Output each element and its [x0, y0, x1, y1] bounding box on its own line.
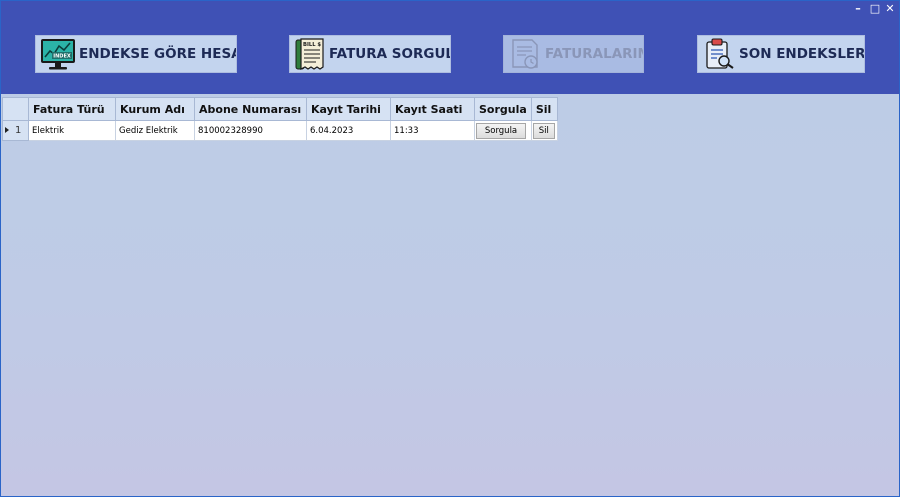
- close-button[interactable]: ✕: [882, 2, 898, 16]
- current-row-arrow-icon: [5, 127, 9, 133]
- fatura-sorgula-button[interactable]: BILL $ FATURA SORGULA: [289, 35, 451, 73]
- bill-document-icon: BILL $: [294, 37, 326, 71]
- invoice-clock-icon: [508, 37, 542, 71]
- faturalarim-label: FATURALARIM: [545, 46, 644, 62]
- column-header-kayit-tarihi[interactable]: Kayıt Tarihi: [306, 97, 391, 121]
- cell-fatura-turu[interactable]: Elektrik: [28, 120, 116, 141]
- cell-kayit-saati[interactable]: 11:33: [390, 120, 475, 141]
- title-bar: – □ ✕: [1, 1, 899, 17]
- column-header-fatura-turu[interactable]: Fatura Türü: [28, 97, 116, 121]
- nav-header: INDEX ENDEKSE GÖRE HESAPLA BILL $: [1, 17, 899, 94]
- table-row[interactable]: 1 Elektrik Gediz Elektrik 810002328990 6…: [2, 120, 558, 141]
- son-endekslerim-label: SON ENDEKSLERİM: [739, 46, 865, 62]
- endekse-gore-hesapla-button[interactable]: INDEX ENDEKSE GÖRE HESAPLA: [35, 35, 237, 73]
- svg-text:BILL $: BILL $: [303, 42, 321, 48]
- column-header-kayit-saati[interactable]: Kayıt Saati: [390, 97, 475, 121]
- minimize-button[interactable]: –: [850, 2, 866, 16]
- sorgula-button[interactable]: Sorgula: [476, 122, 526, 139]
- row-header-corner: [2, 97, 29, 121]
- column-header-abone-numarasi[interactable]: Abone Numarası: [194, 97, 307, 121]
- clipboard-search-icon: [702, 37, 736, 71]
- column-header-sil[interactable]: Sil: [530, 97, 558, 121]
- cell-kayit-tarihi[interactable]: 6.04.2023: [306, 120, 391, 141]
- faturalarim-button[interactable]: FATURALARIM: [503, 35, 644, 73]
- sil-button[interactable]: Sil: [532, 122, 555, 139]
- son-endekslerim-button[interactable]: SON ENDEKSLERİM: [697, 35, 865, 73]
- monitor-index-chart-icon: INDEX: [40, 37, 76, 71]
- data-grid: Fatura Türü Kurum Adı Abone Numarası Kay…: [2, 97, 558, 141]
- maximize-button[interactable]: □: [867, 2, 883, 16]
- fatura-sorgula-label: FATURA SORGULA: [329, 46, 451, 62]
- svg-text:INDEX: INDEX: [53, 54, 71, 60]
- app-window: – □ ✕ INDEX ENDEKSE GÖRE HESAPLA: [0, 0, 900, 497]
- cell-kurum-adi[interactable]: Gediz Elektrik: [115, 120, 195, 141]
- column-header-sorgula[interactable]: Sorgula: [474, 97, 532, 121]
- row-index: 1: [15, 125, 22, 136]
- cell-sil: Sil: [530, 120, 558, 141]
- row-header[interactable]: 1: [2, 120, 29, 141]
- grid-header-row: Fatura Türü Kurum Adı Abone Numarası Kay…: [2, 97, 558, 121]
- cell-abone-numarasi[interactable]: 810002328990: [194, 120, 307, 141]
- cell-sorgula: Sorgula: [474, 120, 532, 141]
- endekse-gore-hesapla-label: ENDEKSE GÖRE HESAPLA: [79, 46, 236, 62]
- column-header-kurum-adi[interactable]: Kurum Adı: [115, 97, 195, 121]
